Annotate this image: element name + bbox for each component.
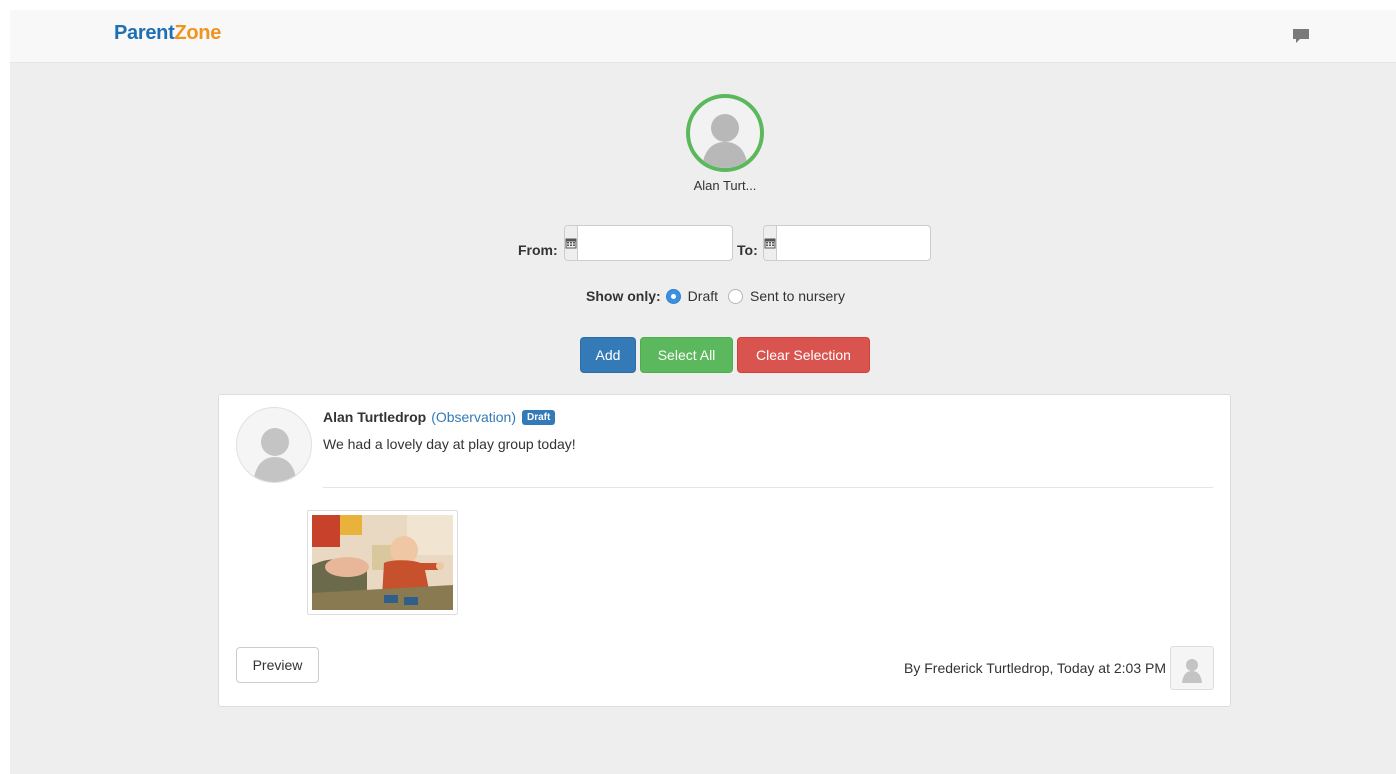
- staff-avatar: [1170, 646, 1214, 690]
- status-badge: Draft: [522, 409, 556, 425]
- from-date-group: [564, 225, 775, 261]
- draft-radio-label[interactable]: Draft: [688, 288, 718, 304]
- person-silhouette-icon: [1182, 659, 1202, 683]
- post-type-link[interactable]: (Observation): [431, 409, 516, 425]
- to-date-group: [763, 225, 974, 261]
- from-label: From:: [518, 242, 558, 258]
- post-author: Alan Turtledrop: [323, 409, 427, 425]
- clear-selection-button[interactable]: Clear Selection: [737, 337, 870, 373]
- to-label: To:: [737, 242, 758, 258]
- person-silhouette-icon: [702, 114, 748, 168]
- post-byline: By Frederick Turtledrop, Today at 2:03 P…: [904, 660, 1166, 676]
- photo-thumbnail[interactable]: [307, 510, 458, 615]
- author-avatar: [236, 407, 312, 483]
- sent-to-nursery-radio-label[interactable]: Sent to nursery: [750, 288, 845, 304]
- person-silhouette-icon: [253, 428, 297, 482]
- divider: [323, 487, 1213, 488]
- app-frame: ParentZone Alan Turt... From: To: Show o…: [10, 10, 1396, 774]
- calendar-icon[interactable]: [565, 226, 578, 260]
- brand-logo[interactable]: ParentZone: [114, 22, 221, 45]
- sent-to-nursery-radio[interactable]: [728, 288, 744, 304]
- child-avatar-selected[interactable]: [686, 94, 764, 172]
- observation-card[interactable]: Alan Turtledrop (Observation) Draft We h…: [218, 394, 1231, 707]
- select-all-button[interactable]: Select All: [640, 337, 733, 373]
- post-text: We had a lovely day at play group today!: [323, 436, 576, 452]
- brand-part-1: Parent: [114, 22, 175, 44]
- chat-bubble-icon[interactable]: [1291, 27, 1311, 45]
- preview-button[interactable]: Preview: [236, 647, 319, 683]
- post-header: Alan Turtledrop (Observation) Draft: [323, 409, 556, 425]
- to-date-input[interactable]: [777, 226, 974, 260]
- show-only-label: Show only:: [586, 288, 661, 304]
- calendar-icon[interactable]: [764, 226, 777, 260]
- draft-radio[interactable]: [665, 288, 681, 304]
- navbar: ParentZone: [10, 10, 1396, 63]
- show-only-filter: Show only: Draft Sent to nursery: [586, 286, 855, 306]
- brand-part-2: Zone: [174, 22, 222, 44]
- baby-photo-image: [312, 515, 453, 610]
- child-name: Alan Turt...: [693, 178, 757, 193]
- add-button[interactable]: Add: [580, 337, 636, 373]
